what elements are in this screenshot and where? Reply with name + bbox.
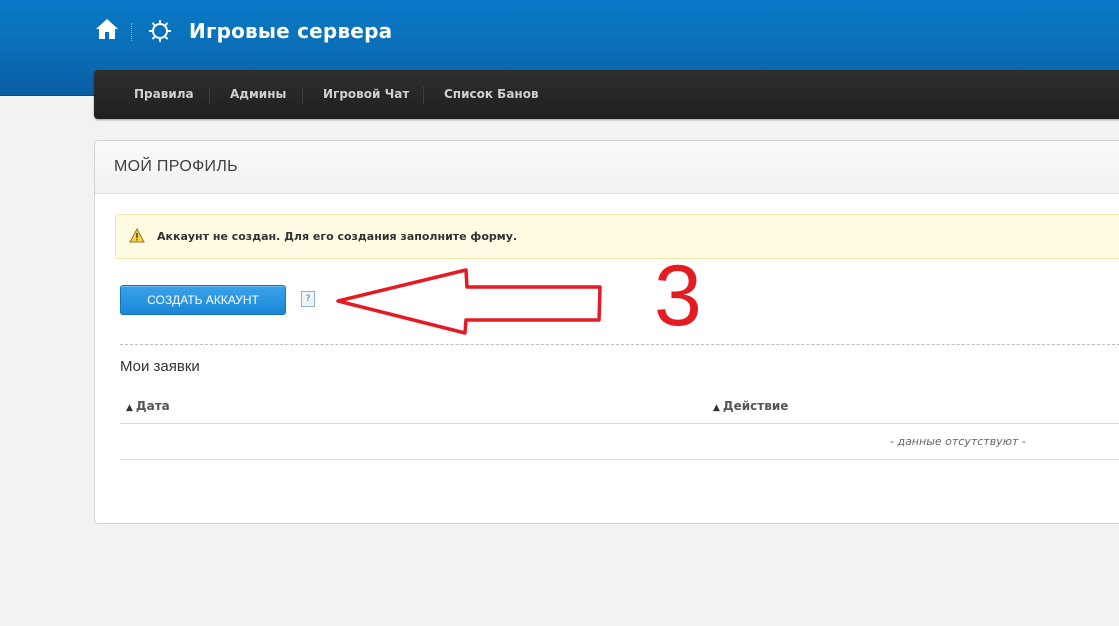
alert-message: Аккаунт не создан. Для его создания запо… — [157, 230, 518, 243]
main-nav: Правила Админы Игровой Чат Список Банов — [94, 70, 1119, 119]
header-divider — [131, 23, 132, 41]
column-header-date[interactable]: ▲︎ Дата — [126, 399, 170, 413]
nav-item-admins[interactable]: Админы — [230, 87, 286, 101]
create-account-button[interactable]: СОЗДАТЬ АККАУНТ — [120, 285, 286, 315]
site-title[interactable]: Игровые сервера — [189, 19, 392, 43]
help-icon[interactable]: ? — [301, 291, 315, 307]
nav-item-rules[interactable]: Правила — [134, 87, 194, 101]
page-title: МОЙ ПРОФИЛЬ — [114, 158, 238, 175]
home-icon[interactable] — [95, 17, 119, 41]
column-header-action-label: Действие — [722, 399, 789, 413]
sort-icon: ▲︎ — [713, 403, 720, 413]
nav-divider — [209, 86, 210, 104]
warning-alert: Аккаунт не создан. Для его создания запо… — [115, 214, 1119, 259]
nav-item-ban-list[interactable]: Список Банов — [444, 87, 539, 101]
column-header-date-label: Дата — [135, 399, 170, 413]
annotation-number: 3 — [654, 248, 702, 344]
profile-panel: МОЙ ПРОФИЛЬ Аккаунт не создан. Для его с… — [94, 140, 1119, 524]
sort-icon: ▲︎ — [126, 403, 133, 413]
panel-header: МОЙ ПРОФИЛЬ — [95, 141, 1119, 194]
nav-item-game-chat[interactable]: Игровой Чат — [323, 87, 409, 101]
nav-divider — [302, 86, 303, 104]
gear-icon — [149, 20, 171, 42]
table-header-divider — [120, 423, 1119, 424]
nav-divider — [423, 86, 424, 104]
warning-icon — [129, 228, 145, 243]
empty-table-message: - данные отсутствуют - — [890, 435, 1026, 448]
column-header-action[interactable]: ▲︎ Действие — [713, 399, 788, 413]
section-divider — [120, 344, 1119, 345]
table-bottom-divider — [120, 459, 1119, 460]
requests-title: Мои заявки — [120, 358, 200, 375]
